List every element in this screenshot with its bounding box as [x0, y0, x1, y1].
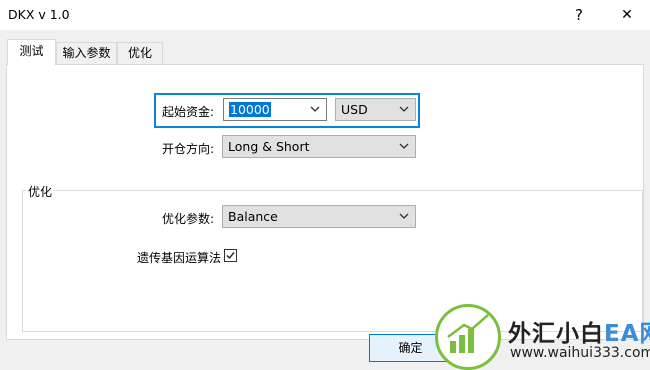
chevron-down-icon — [399, 106, 409, 112]
deposit-combo[interactable]: 10000 — [223, 98, 327, 121]
chevron-down-icon — [399, 143, 409, 149]
currency-combo[interactable]: USD — [335, 98, 416, 121]
direction-value: Long & Short — [228, 139, 310, 154]
optimization-param-value: Balance — [228, 209, 278, 224]
dialog-window: DKX v 1.0 ? ✕ 测试 输入参数 优化 起始资金: 10000 USD… — [0, 0, 650, 370]
watermark-emblem — [435, 304, 501, 370]
checkmark-icon — [226, 252, 235, 260]
currency-value: USD — [341, 102, 368, 117]
title-bar: DKX v 1.0 ? ✕ — [0, 0, 650, 30]
window-title: DKX v 1.0 — [8, 7, 70, 22]
optimization-param-label: 优化参数: — [162, 212, 215, 226]
chevron-down-icon — [310, 106, 320, 112]
tab-optimization[interactable]: 优化 — [117, 42, 163, 64]
direction-label: 开仓方向: — [162, 142, 215, 156]
deposit-label: 起始资金: — [162, 105, 215, 119]
watermark-logo: 外汇小白EA网 www.waihui333.com — [435, 300, 650, 370]
direction-combo[interactable]: Long & Short — [222, 135, 416, 158]
help-button[interactable]: ? — [556, 0, 602, 30]
tab-input-params[interactable]: 输入参数 — [56, 42, 117, 64]
optimization-group-label: 优化 — [26, 183, 55, 200]
tab-test[interactable]: 测试 — [7, 39, 56, 65]
chevron-down-icon — [399, 213, 409, 219]
bar-chart-logo-icon — [447, 314, 489, 353]
watermark-title: 外汇小白EA网 — [508, 321, 650, 347]
close-button[interactable]: ✕ — [604, 0, 650, 30]
genetic-algorithm-checkbox[interactable] — [224, 249, 237, 262]
optimization-param-combo[interactable]: Balance — [222, 205, 416, 228]
genetic-algorithm-label: 遗传基因运算法 — [137, 251, 222, 265]
watermark-url: www.waihui333.com — [510, 345, 650, 361]
deposit-value: 10000 — [229, 102, 271, 117]
